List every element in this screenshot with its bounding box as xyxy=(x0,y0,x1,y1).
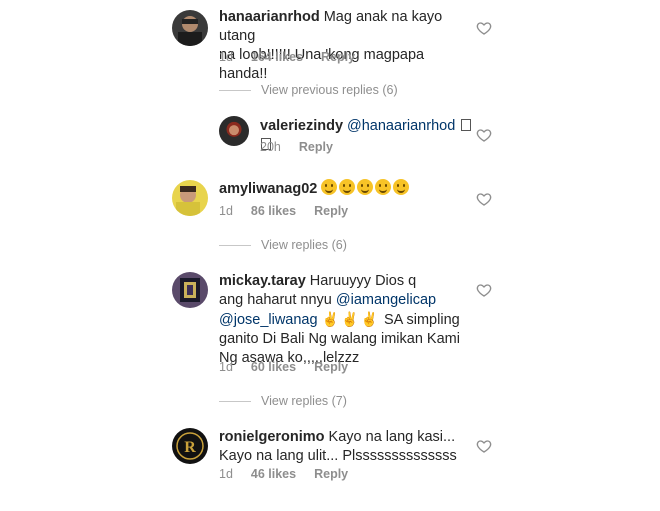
divider-line xyxy=(219,89,251,91)
smiling-face-emoji xyxy=(357,179,374,195)
heart-icon[interactable] xyxy=(476,282,492,298)
emoji-placeholder xyxy=(461,119,472,131)
avatar[interactable] xyxy=(219,116,249,146)
likes-count[interactable]: 164 likes xyxy=(251,50,303,64)
reply-button[interactable]: Reply xyxy=(314,360,348,374)
comment-line: SA simpling xyxy=(383,312,460,328)
view-replies-label: View replies (7) xyxy=(261,394,347,408)
timestamp: 1d xyxy=(219,467,233,481)
likes-count[interactable]: 86 likes xyxy=(251,204,296,218)
username-link[interactable]: mickay.taray xyxy=(219,273,306,289)
reply-button[interactable]: Reply xyxy=(321,50,355,64)
view-replies-label: View replies (6) xyxy=(261,238,347,252)
avatar[interactable] xyxy=(172,272,208,308)
comment-line: Kayo na lang ulit... Plssssssssssssss xyxy=(219,448,457,464)
victory-hand-emoji: ✌ xyxy=(321,311,340,327)
view-replies-button[interactable]: View replies (7) xyxy=(219,394,347,408)
comment-line: Kayo na lang kasi... xyxy=(328,429,456,445)
comment-text: ronielgeronimo Kayo na lang kasi... Kayo … xyxy=(219,428,469,466)
likes-count[interactable]: 46 likes xyxy=(251,467,296,481)
divider-line xyxy=(219,244,251,246)
timestamp: 1d xyxy=(219,204,233,218)
reply-button[interactable]: Reply xyxy=(314,204,348,218)
comment-text: amyliwanag02 xyxy=(219,179,469,199)
reply-button[interactable]: Reply xyxy=(314,467,348,481)
username-link[interactable]: hanaarianrhod xyxy=(219,9,320,25)
comment-meta: 1d 60 likes Reply xyxy=(219,360,366,374)
victory-hand-emoji: ✌ xyxy=(360,311,378,327)
avatar[interactable] xyxy=(172,180,208,216)
mention-link[interactable]: @iamangelicap xyxy=(336,292,436,308)
comment-text: mickay.taray Haruuyyy Dios q ang haharut … xyxy=(219,272,469,368)
comment-meta: 1d 86 likes Reply xyxy=(219,204,366,218)
view-replies-button[interactable]: View replies (6) xyxy=(219,238,347,252)
comment-line: Haruuyyy Dios q xyxy=(309,273,417,289)
timestamp: 20h xyxy=(260,140,281,154)
comment-line: ganito Di Bali Ng walang imikan Kami xyxy=(219,331,460,347)
comment-meta: 20h Reply xyxy=(260,140,351,154)
comment-meta: 1d 164 likes Reply xyxy=(219,50,373,64)
heart-icon[interactable] xyxy=(476,438,492,454)
svg-text:R: R xyxy=(184,439,196,456)
smiling-face-emoji xyxy=(339,179,356,195)
timestamp: 1d xyxy=(219,50,233,64)
divider-line xyxy=(219,400,251,402)
likes-count[interactable]: 60 likes xyxy=(251,360,296,374)
smiling-face-emoji xyxy=(393,179,410,195)
victory-hand-emoji: ✌ xyxy=(341,311,359,327)
smiling-face-emoji xyxy=(321,179,338,195)
username-link[interactable]: valeriezindy xyxy=(260,118,343,134)
avatar[interactable]: R xyxy=(172,428,208,464)
comment-text: hanaarianrhod Mag anak na kayo utang na l… xyxy=(219,8,459,84)
username-link[interactable]: ronielgeronimo xyxy=(219,429,325,445)
timestamp: 1d xyxy=(219,360,233,374)
heart-icon[interactable] xyxy=(476,20,492,36)
smiling-face-emoji xyxy=(375,179,392,195)
mention-link[interactable]: @hanaarianrhod xyxy=(347,118,455,134)
view-replies-button[interactable]: View previous replies (6) xyxy=(219,83,398,97)
reply-button[interactable]: Reply xyxy=(299,140,333,154)
comment-meta: 1d 46 likes Reply xyxy=(219,467,366,481)
heart-icon[interactable] xyxy=(476,127,492,143)
view-replies-label: View previous replies (6) xyxy=(261,83,398,97)
username-link[interactable]: amyliwanag02 xyxy=(219,181,317,197)
heart-icon[interactable] xyxy=(476,191,492,207)
avatar[interactable] xyxy=(172,10,208,46)
mention-link[interactable]: @jose_liwanag xyxy=(219,312,318,328)
comment-line: ang haharut nnyu xyxy=(219,292,336,308)
trailing-text xyxy=(455,118,459,134)
